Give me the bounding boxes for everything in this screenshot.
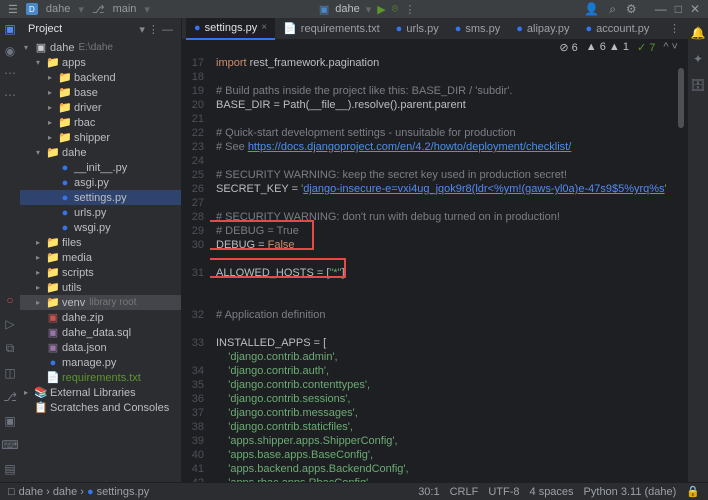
vcs-branch-icon[interactable]: ⎇ [92, 3, 105, 16]
tree-external-libs[interactable]: ▸📚External Libraries [20, 385, 181, 400]
editor-tabs: ●settings.py× 📄requirements.txt ●urls.py… [182, 18, 688, 40]
project-icon[interactable]: D [26, 3, 38, 15]
scrollbar[interactable] [678, 54, 686, 482]
tree-folder[interactable]: ▸📁shipper [20, 130, 181, 145]
branch-name[interactable]: main [113, 3, 137, 15]
python-console-icon[interactable]: ⧉ [6, 341, 15, 356]
more-icon[interactable]: ⋮ [404, 3, 415, 16]
minimize-icon[interactable]: — [655, 2, 667, 16]
tab-sms[interactable]: ●sms.py [447, 18, 509, 40]
project-tool-icon[interactable]: ▣ [4, 22, 15, 36]
tree-folder[interactable]: ▾📁apps [20, 55, 181, 70]
code-editor[interactable]: 1718192021222324252627282930313233343536… [182, 54, 688, 482]
tree-file[interactable]: ▣dahe.zip [20, 310, 181, 325]
tree-folder[interactable]: ▸📁files [20, 235, 181, 250]
tab-requirements[interactable]: 📄requirements.txt [275, 18, 388, 40]
sidebar-title: Project [28, 23, 62, 35]
tab-settings[interactable]: ●settings.py× [186, 18, 275, 40]
tree-folder[interactable]: ▸📁utils [20, 280, 181, 295]
statusbar: □ dahe › dahe › ● settings.py 30:1 CRLF … [0, 482, 708, 500]
tree-file[interactable]: ●wsgi.py [20, 220, 181, 235]
notifications-icon[interactable]: 🔔 [691, 26, 706, 40]
line-gutter: 1718192021222324252627282930313233343536… [182, 54, 210, 482]
tree-file[interactable]: ▣dahe_data.sql [20, 325, 181, 340]
debug-icon[interactable]: ⌾ [392, 3, 399, 16]
tree-folder-venv[interactable]: ▸📁venvlibrary root [20, 295, 181, 310]
line-ending[interactable]: CRLF [450, 486, 479, 498]
tree-scratches[interactable]: 📋Scratches and Consoles [20, 400, 181, 415]
interpreter[interactable]: Python 3.11 (dahe) [584, 486, 677, 498]
services-icon[interactable]: ◫ [4, 366, 15, 380]
tab-alipay[interactable]: ●alipay.py [508, 18, 577, 40]
tree-file[interactable]: ●manage.py [20, 355, 181, 370]
lock-icon[interactable]: 🔒 [686, 485, 700, 498]
run-target[interactable]: dahe [335, 3, 359, 15]
project-sidebar: Project ▾ ⋮ — ▾▣daheE:\dahe ▾📁apps ▸📁bac… [20, 18, 182, 482]
commit-tool-icon[interactable]: ◉ [5, 44, 15, 58]
tree-file[interactable]: ●__init__.py [20, 160, 181, 175]
close-icon[interactable]: ✕ [690, 2, 700, 16]
tree-folder[interactable]: ▸📁backend [20, 70, 181, 85]
breadcrumb[interactable]: dahe › dahe › ● settings.py [19, 486, 150, 498]
problems-icon[interactable]: ▣ [4, 414, 15, 428]
check-count[interactable]: ✓ 7 [637, 41, 655, 54]
tree-folder[interactable]: ▸📁media [20, 250, 181, 265]
menu-icon[interactable]: ☰ [8, 3, 18, 16]
maximize-icon[interactable]: □ [675, 2, 682, 16]
run-icon[interactable]: ▶ [377, 3, 385, 16]
code-content[interactable]: import rest_framework.pagination # Build… [210, 54, 688, 482]
error-count[interactable]: ⊘ 6 [559, 41, 577, 54]
close-tab-icon[interactable]: × [261, 22, 267, 33]
titlebar: ☰ D dahe ▾ ⎇ main ▾ ▣ dahe ▾ ▶ ⌾ ⋮ 👤 ⌕ ⚙… [0, 0, 708, 18]
run-target-icon: ▣ [319, 3, 329, 16]
tree-root[interactable]: ▾▣daheE:\dahe [20, 40, 181, 55]
tab-urls[interactable]: ●urls.py [388, 18, 447, 40]
terminal2-icon[interactable]: ⌨ [1, 438, 18, 452]
cursor-position[interactable]: 30:1 [418, 486, 439, 498]
database-icon[interactable]: 🗄 [690, 78, 705, 92]
terminal-icon[interactable]: ○ [6, 293, 13, 307]
search-icon[interactable]: ⌕ [609, 2, 616, 17]
tree-folder[interactable]: ▸📁driver [20, 100, 181, 115]
tree-file-settings[interactable]: ●settings.py [20, 190, 181, 205]
tree-file[interactable]: ●urls.py [20, 205, 181, 220]
tree-file[interactable]: ▣data.json [20, 340, 181, 355]
version-control-icon[interactable]: ⎇ [3, 390, 17, 404]
todo-icon[interactable]: ▤ [4, 462, 15, 476]
warning-count[interactable]: ▲ 6 ▲ 1 [586, 41, 629, 53]
tree-folder[interactable]: ▾📁dahe [20, 145, 181, 160]
tree-folder[interactable]: ▸📁base [20, 85, 181, 100]
tree-folder[interactable]: ▸📁scripts [20, 265, 181, 280]
more-tool-icon[interactable]: ⋯ [4, 88, 16, 102]
project-name[interactable]: dahe [46, 3, 70, 15]
run-tool-icon[interactable]: ▷ [5, 317, 14, 331]
tab-account[interactable]: ●account.py [578, 18, 658, 40]
indent[interactable]: 4 spaces [530, 486, 574, 498]
structure-tool-icon[interactable]: ⋯ [4, 66, 16, 80]
right-tool-rail: 🔔 ✦ 🗄 [688, 18, 708, 482]
file-tree[interactable]: ▾▣daheE:\dahe ▾📁apps ▸📁backend ▸📁base ▸📁… [20, 40, 181, 482]
encoding[interactable]: UTF-8 [488, 486, 519, 498]
editor-area: ●settings.py× 📄requirements.txt ●urls.py… [182, 18, 688, 482]
ai-icon[interactable]: ✦ [693, 52, 703, 66]
code-with-me-icon[interactable]: 👤 [584, 2, 599, 16]
tree-folder[interactable]: ▸📁rbac [20, 115, 181, 130]
settings-icon[interactable]: ⚙ [626, 2, 637, 16]
tabs-more-icon[interactable]: ⋮ [669, 22, 680, 35]
tree-file[interactable]: 📄requirements.txt [20, 370, 181, 385]
tree-file[interactable]: ●asgi.py [20, 175, 181, 190]
left-bottom-tools: ○ ▷ ⧉ ◫ ⎇ ▣ ⌨ ▤ [0, 293, 20, 482]
